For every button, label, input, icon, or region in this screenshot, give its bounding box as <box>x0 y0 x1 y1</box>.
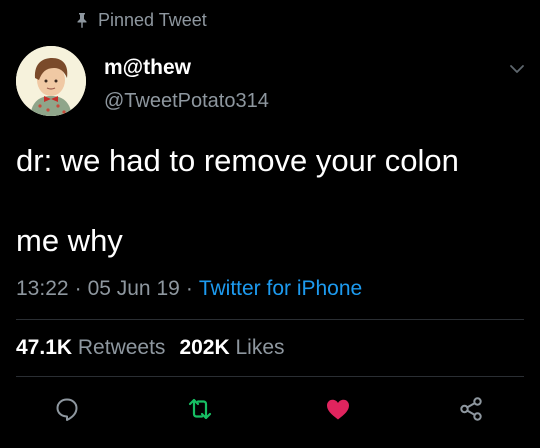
retweets-count: 47.1K <box>16 336 73 359</box>
divider <box>16 319 524 320</box>
heart-icon <box>327 399 349 420</box>
meta-separator: · <box>74 277 82 300</box>
divider <box>16 376 524 377</box>
tweet-text-line-2: me why <box>16 223 123 258</box>
tweet-date: 05 Jun 19 <box>87 277 180 300</box>
chevron-down-icon[interactable] <box>506 60 528 78</box>
pin-icon <box>77 13 87 28</box>
reply-icon <box>56 398 78 421</box>
retweets-label: Retweets <box>77 336 166 359</box>
pinned-indicator: Pinned Tweet <box>76 9 207 31</box>
share-icon <box>460 397 482 421</box>
pinned-label: Pinned Tweet <box>98 9 207 30</box>
author-handle[interactable]: @TweetPotato314 <box>104 90 269 113</box>
tweet-source-link[interactable]: Twitter for iPhone <box>199 277 362 300</box>
avatar-image <box>16 46 86 116</box>
meta-separator: · <box>185 277 193 300</box>
tweet-detail: Pinned Tweet m@thew @TweetPotato314 dr: … <box>0 0 540 448</box>
retweet-button[interactable] <box>185 394 215 424</box>
engagement-stats: 47.1K Retweets 202K Likes <box>16 336 285 360</box>
reply-button[interactable] <box>52 394 82 424</box>
like-button[interactable] <box>323 394 353 424</box>
retweets-stat[interactable]: 47.1K Retweets <box>16 336 165 359</box>
avatar[interactable] <box>16 46 86 116</box>
likes-count: 202K <box>179 336 230 359</box>
tweet-meta: 13:22 · 05 Jun 19 · Twitter for iPhone <box>16 277 362 301</box>
likes-stat[interactable]: 202K Likes <box>179 336 284 359</box>
tweet-text-line-1: dr: we had to remove your colon <box>16 143 459 178</box>
author-name[interactable]: m@thew <box>104 56 191 80</box>
likes-label: Likes <box>235 336 285 359</box>
retweet-icon <box>188 398 212 420</box>
share-button[interactable] <box>456 394 486 424</box>
tweet-time: 13:22 <box>16 277 69 300</box>
